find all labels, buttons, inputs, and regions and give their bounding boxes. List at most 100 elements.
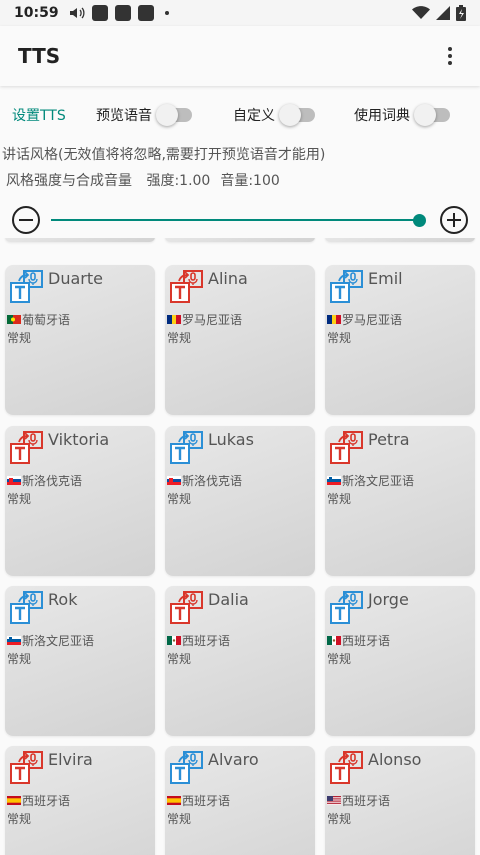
battery-icon (456, 5, 466, 21)
voice-language: 斯洛文尼亚语 (22, 634, 95, 648)
voice-language-row: 西班牙语 (167, 632, 230, 649)
voice-card[interactable]: Duarte 葡萄牙语 常规 (5, 265, 155, 415)
voice-style: 常规 (167, 652, 192, 666)
more-options-icon[interactable] (438, 44, 462, 68)
preview-label: 预览语音 (96, 108, 152, 124)
tts-voice-icon (9, 430, 45, 466)
spain-flag-icon (7, 796, 21, 805)
romania-flag-icon (167, 315, 181, 324)
voice-language: 斯洛文尼亚语 (342, 474, 415, 488)
voice-style: 常规 (327, 652, 352, 666)
voice-language-row: 葡萄牙语 (7, 311, 70, 328)
voice-language: 罗马尼亚语 (182, 313, 243, 327)
strength-value: 强度:1.00 (146, 173, 211, 189)
voice-card[interactable]: Alina 罗马尼亚语 常规 (165, 265, 315, 415)
voice-card[interactable]: Alonso 西班牙语常规 (325, 746, 475, 855)
voice-card[interactable]: Viktoria 斯洛伐克语 常规 (5, 426, 155, 576)
voice-style: 常规 (7, 812, 32, 826)
status-time: 10:59 (14, 5, 59, 21)
slovakia-flag-icon (7, 476, 21, 485)
tts-voice-icon (169, 590, 205, 626)
voice-style: 常规 (167, 492, 192, 506)
slider-track[interactable] (51, 219, 419, 221)
voice-grid: Duarte 葡萄牙语 常规 Alina 罗马尼亚语 常规 Emil 罗马尼亚语 常规 Vikto… (0, 238, 480, 855)
voice-language-row: 罗马尼亚语 (167, 311, 242, 328)
voice-name: Petra (368, 430, 410, 449)
tab-settings-tts[interactable]: 设置TTS (12, 105, 66, 125)
voice-language: 西班牙语 (342, 794, 391, 808)
dictionary-toggle-row[interactable]: 使用词典 (354, 104, 450, 126)
voice-language-row: 西班牙语 (167, 792, 230, 809)
voice-card-partial[interactable] (5, 238, 155, 242)
voice-language-row: 西班牙语 (327, 792, 390, 809)
voice-card-partial[interactable] (165, 238, 315, 242)
voice-card[interactable]: Emil 罗马尼亚语 常规 (325, 265, 475, 415)
voice-language: 斯洛伐克语 (182, 474, 243, 488)
tts-voice-icon (9, 750, 45, 786)
voice-language-row: 西班牙语 (7, 792, 70, 809)
voice-card[interactable]: Elvira 西班牙语常规 (5, 746, 155, 855)
mexico-flag-icon (167, 636, 181, 645)
voice-style: 常规 (167, 812, 192, 826)
slovenia-flag-icon (327, 476, 341, 485)
voice-card[interactable]: Lukas 斯洛伐克语常规 (165, 426, 315, 576)
voice-name: Rok (48, 590, 78, 609)
voice-language-row: 西班牙语 (327, 632, 390, 649)
slider-thumb[interactable] (413, 214, 426, 227)
voice-style: 常规 (327, 812, 352, 826)
voice-language-row: 罗马尼亚语 (327, 311, 402, 328)
voice-language-row: 斯洛文尼亚语 (7, 632, 94, 649)
voice-language: 葡萄牙语 (22, 313, 71, 327)
voice-language: 西班牙语 (22, 794, 71, 808)
voice-card[interactable]: Jorge 西班牙语常规 (325, 586, 475, 736)
volume-icon (69, 7, 85, 19)
voice-style: 常规 (167, 331, 192, 345)
status-bar: 10:59 (0, 0, 480, 26)
tts-voice-icon (329, 269, 365, 305)
custom-toggle-row[interactable]: 自定义 (233, 104, 315, 126)
decrease-button[interactable] (12, 206, 40, 234)
tts-voice-icon (329, 750, 365, 786)
voice-card-partial[interactable] (325, 238, 475, 242)
voice-name: Dalia (208, 590, 249, 609)
app-bar: TTS (0, 26, 480, 86)
voice-name: Lukas (208, 430, 254, 449)
portugal-flag-icon (7, 315, 21, 324)
mexico-flag-icon (327, 636, 341, 645)
voice-language: 西班牙语 (182, 634, 231, 648)
dictionary-switch[interactable] (414, 104, 450, 126)
notification-icon (137, 5, 154, 21)
voice-name: Duarte (48, 269, 103, 288)
usa-flag-icon (327, 796, 341, 805)
tts-voice-icon (9, 590, 45, 626)
app-title: TTS (18, 44, 61, 68)
tts-voice-icon (329, 590, 365, 626)
notification-icon (114, 5, 131, 21)
tts-voice-icon (329, 430, 365, 466)
voice-card[interactable]: Petra 斯洛文尼亚语 常规 (325, 426, 475, 576)
voice-card[interactable]: Dalia 西班牙语常规 (165, 586, 315, 736)
voice-language: 西班牙语 (342, 634, 391, 648)
tts-voice-icon (9, 269, 45, 305)
voice-name: Alonso (368, 750, 422, 769)
voice-style: 常规 (7, 652, 32, 666)
increase-button[interactable] (440, 206, 468, 234)
voice-language-row: 斯洛文尼亚语 (327, 472, 414, 489)
voice-language-row: 斯洛伐克语 (7, 472, 82, 489)
strength-info: 风格强度与合成音量 强度:1.00 音量:100 (6, 170, 290, 190)
tts-voice-icon (169, 269, 205, 305)
voice-card[interactable]: Alvaro 西班牙语 常规 (165, 746, 315, 855)
preview-switch[interactable] (156, 104, 192, 126)
volume-value: 音量:100 (220, 173, 280, 189)
spain-flag-icon (167, 796, 181, 805)
voice-name: Elvira (48, 750, 93, 769)
slovakia-flag-icon (167, 476, 181, 485)
speaking-style-hint: 讲话风格(无效值将将忽略,需要打开预览语音才能用) (2, 147, 326, 163)
wifi-icon (412, 6, 430, 19)
preview-toggle-row[interactable]: 预览语音 (96, 104, 192, 126)
voice-card[interactable]: Rok 斯洛文尼亚语常规 (5, 586, 155, 736)
voice-name: Jorge (368, 590, 409, 609)
voice-name: Viktoria (48, 430, 110, 449)
custom-switch[interactable] (279, 104, 315, 126)
volume-slider-row (10, 204, 470, 236)
